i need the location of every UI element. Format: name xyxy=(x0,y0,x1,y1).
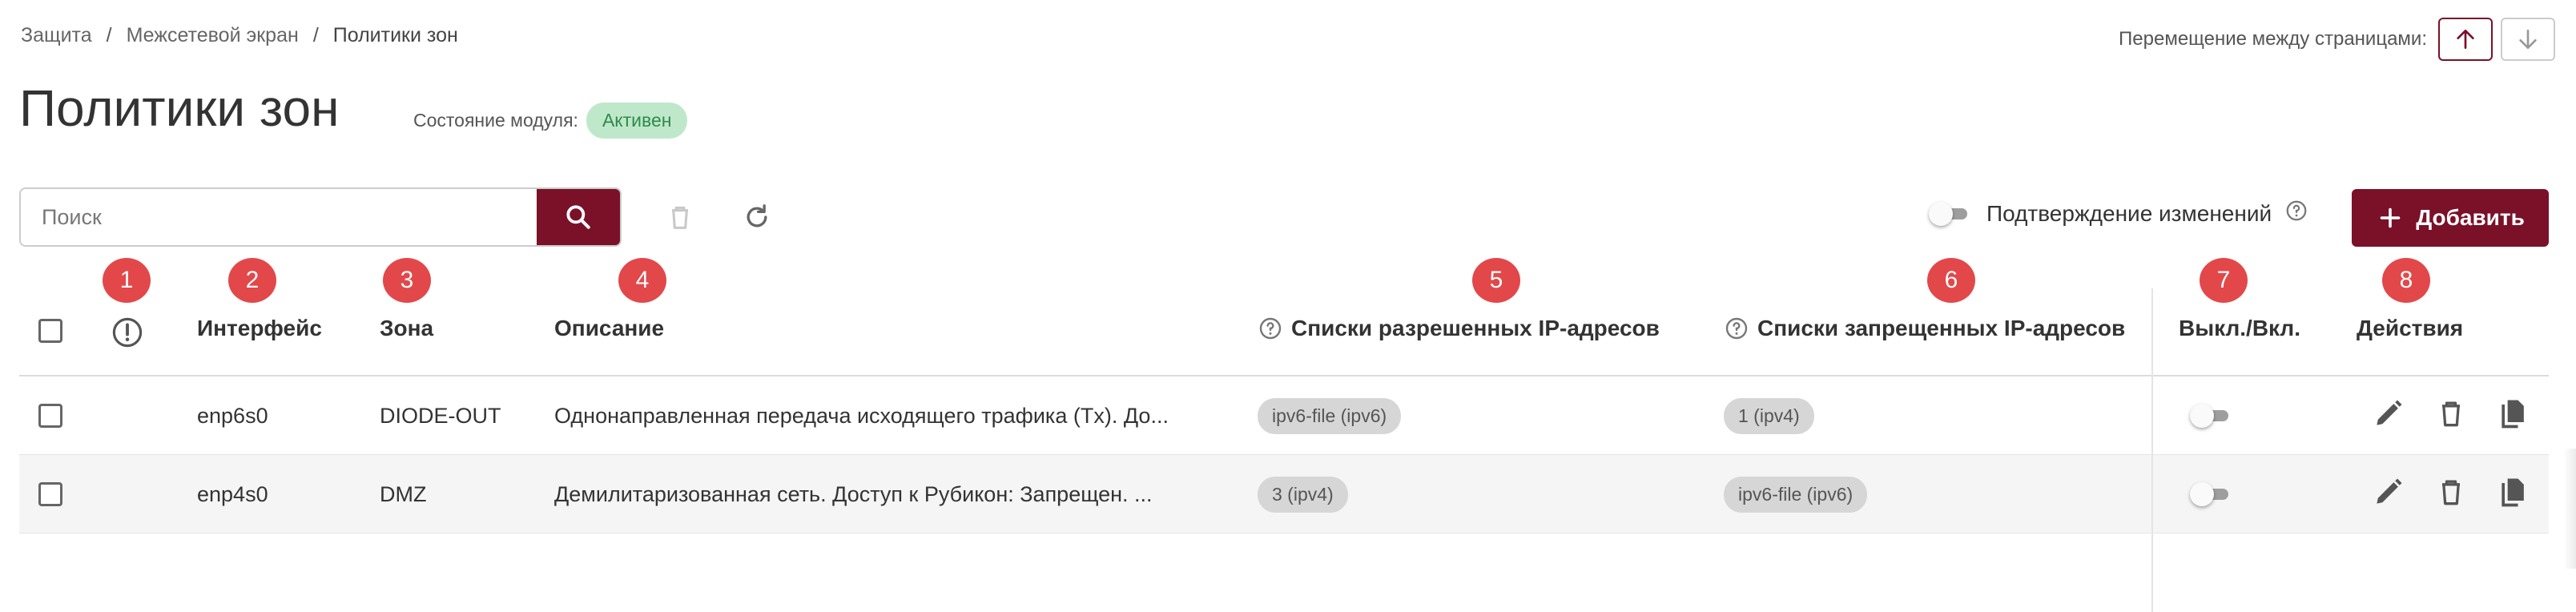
column-header-allowed-label: Списки разрешенных IP-адресов xyxy=(1291,316,1660,340)
delete-button[interactable] xyxy=(2433,474,2469,515)
status-badge: Активен xyxy=(586,103,688,139)
confirm-changes: Подтверждение изменений xyxy=(1929,199,2308,228)
copy-icon xyxy=(2502,478,2524,506)
row-checkbox-cell xyxy=(38,376,62,455)
column-header-zone[interactable]: Зона xyxy=(380,316,433,341)
column-header-toggle: Выкл./Вкл. xyxy=(2179,316,2300,340)
scroll-edge-shadow xyxy=(2563,449,2576,569)
denied-list-chip[interactable]: ipv6-file (ipv6) xyxy=(1724,476,1868,513)
trash-icon xyxy=(2442,401,2460,426)
cell-toggle xyxy=(2190,455,2235,533)
allowed-list-chip[interactable]: ipv6-file (ipv6) xyxy=(1258,397,1402,434)
delete-selected-button[interactable] xyxy=(662,199,698,236)
toggle-knob xyxy=(2190,404,2214,428)
cell-zone: DMZ xyxy=(380,481,427,506)
breadcrumb-item-firewall[interactable]: Межсетевой экран xyxy=(127,24,299,47)
alert-circle-icon xyxy=(112,317,143,348)
search-button[interactable] xyxy=(537,189,620,245)
cell-interface: enp4s0 xyxy=(197,481,268,506)
description-text: Демилитаризованная сеть. Доступ к Рубико… xyxy=(554,481,1153,506)
sticky-column-divider xyxy=(2151,288,2153,612)
zone-policies-table: Интерфейс Зона Описание Списки разрешенн… xyxy=(19,288,2549,533)
page-up-button[interactable] xyxy=(2438,18,2493,61)
search-box xyxy=(19,187,622,247)
module-status-label: Состояние модуля: xyxy=(413,110,578,131)
row-checkbox[interactable] xyxy=(38,404,62,428)
table-row: enp6s0 DIODE-OUT Однонаправленная переда… xyxy=(19,376,2549,455)
module-status: Состояние модуля: Активен xyxy=(413,103,688,139)
cell-allowed: 3 (ipv4) xyxy=(1258,455,1348,533)
cell-allowed: ipv6-file (ipv6) xyxy=(1258,376,1402,455)
row-checkbox[interactable] xyxy=(38,482,62,506)
breadcrumb-separator: / xyxy=(106,24,112,46)
row-checkbox-cell xyxy=(38,455,62,533)
cell-description: Демилитаризованная сеть. Доступ к Рубико… xyxy=(554,455,1187,533)
toggle-knob xyxy=(1929,201,1953,226)
toggle-knob xyxy=(2190,482,2214,506)
page-title: Политики зон xyxy=(19,79,340,137)
description-text: Однонаправленная передача исходящего тра… xyxy=(554,403,1169,428)
confirm-changes-label: Подтверждение изменений xyxy=(1986,200,2272,226)
breadcrumb-item-security[interactable]: Защита xyxy=(21,24,92,47)
help-icon[interactable] xyxy=(2284,199,2308,228)
confirm-changes-toggle[interactable] xyxy=(1929,201,1974,226)
column-header-denied-label: Списки запрещенных IP-адресов xyxy=(1757,316,2126,340)
row-enable-toggle[interactable] xyxy=(2190,404,2235,428)
cell-interface: enp6s0 xyxy=(197,403,268,428)
arrow-down-icon xyxy=(2519,30,2537,49)
column-header-denied[interactable]: Списки запрещенных IP-адресов xyxy=(1724,316,2125,341)
breadcrumb-separator: / xyxy=(312,24,319,46)
row-enable-toggle[interactable] xyxy=(2190,482,2235,506)
add-button[interactable]: Добавить xyxy=(2352,189,2549,247)
page-navigation: Перемещение между страницами: xyxy=(2119,18,2555,61)
help-icon[interactable] xyxy=(1724,316,1749,341)
arrow-up-icon xyxy=(2457,30,2474,49)
cell-denied: 1 (ipv4) xyxy=(1724,376,1814,455)
copy-icon xyxy=(2502,400,2524,428)
edit-button[interactable] xyxy=(2371,474,2406,515)
allowed-list-chip[interactable]: 3 (ipv4) xyxy=(1258,476,1348,513)
cell-zone: DIODE-OUT xyxy=(380,403,501,428)
refresh-icon xyxy=(747,204,767,227)
refresh-button[interactable] xyxy=(739,199,775,236)
column-header-interface[interactable]: Интерфейс xyxy=(197,316,322,341)
table-row: enp4s0 DMZ Демилитаризованная сеть. Дост… xyxy=(19,455,2549,533)
cell-actions xyxy=(2371,455,2531,533)
column-header-allowed[interactable]: Списки разрешенных IP-адресов xyxy=(1258,316,1660,341)
cell-actions xyxy=(2371,376,2531,455)
search-input[interactable] xyxy=(21,189,537,245)
plus-icon xyxy=(2380,207,2401,228)
trash-icon xyxy=(672,206,688,229)
copy-button[interactable] xyxy=(2496,396,2531,437)
page-down-button[interactable] xyxy=(2501,18,2555,61)
status-column-header xyxy=(111,316,144,349)
table-header: Интерфейс Зона Описание Списки разрешенн… xyxy=(19,288,2549,376)
delete-button[interactable] xyxy=(2433,396,2469,437)
edit-button[interactable] xyxy=(2371,396,2406,437)
breadcrumb-item-zone-policies: Политики зон xyxy=(332,24,458,46)
select-all-checkbox-cell xyxy=(38,319,62,343)
pencil-icon xyxy=(2377,478,2402,504)
help-icon[interactable] xyxy=(1258,316,1283,341)
page-nav-label: Перемещение между страницами: xyxy=(2119,28,2427,50)
trash-icon xyxy=(2442,480,2460,505)
denied-list-chip[interactable]: 1 (ipv4) xyxy=(1724,397,1814,434)
add-button-label: Добавить xyxy=(2416,205,2525,230)
copy-button[interactable] xyxy=(2496,474,2531,515)
breadcrumb: Защита / Межсетевой экран / Политики зон xyxy=(21,24,458,47)
search-icon xyxy=(566,205,590,229)
select-all-checkbox[interactable] xyxy=(38,319,62,343)
cell-toggle xyxy=(2190,376,2235,455)
pencil-icon xyxy=(2377,400,2402,425)
column-header-actions: Действия xyxy=(2357,316,2464,340)
column-header-description[interactable]: Описание xyxy=(554,316,664,341)
cell-description: Однонаправленная передача исходящего тра… xyxy=(554,376,1187,455)
cell-denied: ipv6-file (ipv6) xyxy=(1724,455,1868,533)
